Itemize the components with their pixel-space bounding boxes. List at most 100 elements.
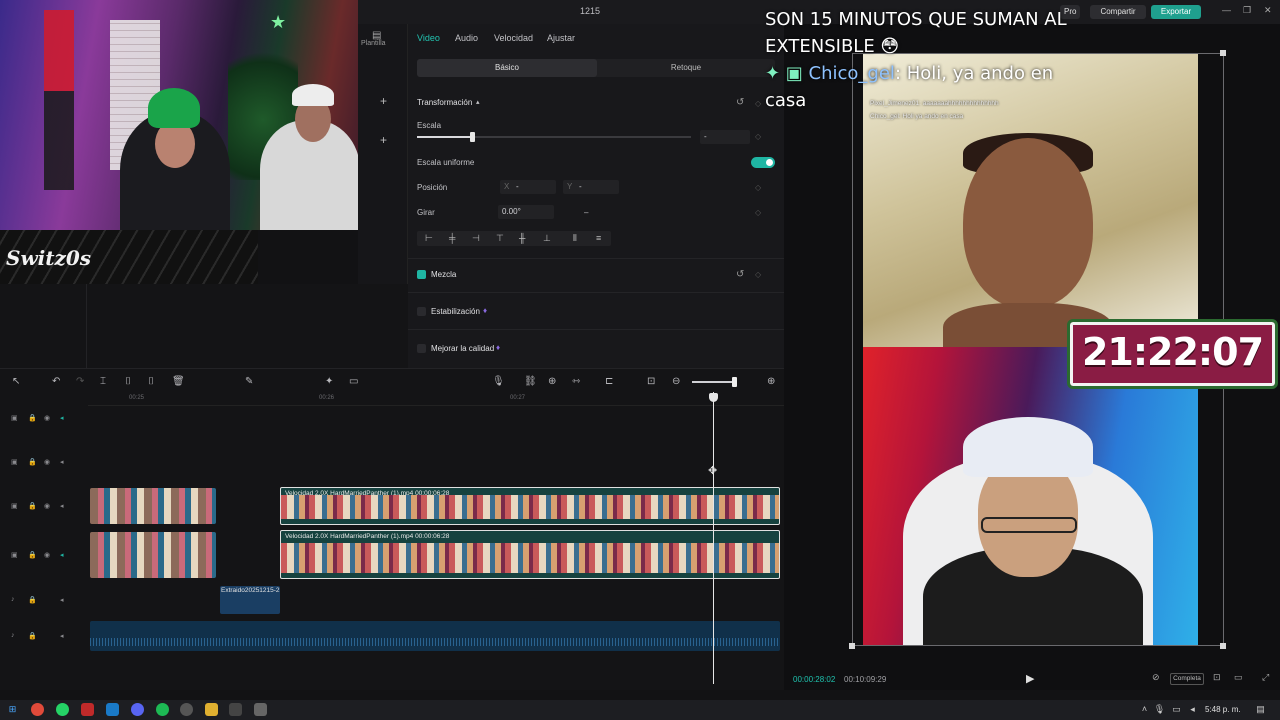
add-icon[interactable]: +: [380, 133, 387, 147]
lock-icon[interactable]: 🔒: [28, 551, 37, 559]
split-icon[interactable]: ⌶: [100, 376, 106, 387]
delete-icon[interactable]: 🗑: [172, 376, 185, 387]
tab-video[interactable]: Video: [417, 33, 440, 43]
minimize-icon[interactable]: —: [1222, 5, 1231, 15]
position-x-input[interactable]: X -: [500, 180, 556, 194]
position-y-input[interactable]: Y -: [563, 180, 619, 194]
speaker-icon[interactable]: ◂: [60, 632, 64, 640]
magic-icon[interactable]: ✦: [325, 376, 333, 387]
speaker-icon[interactable]: ◂: [60, 502, 64, 510]
subtab-basic[interactable]: Básico: [417, 59, 597, 77]
rotate-extra[interactable]: –: [584, 208, 588, 217]
snap-icon[interactable]: ⇿: [572, 376, 580, 387]
keyframe-icon[interactable]: ◇: [755, 208, 761, 217]
spotify-icon[interactable]: [156, 703, 169, 716]
zoom-in-icon[interactable]: ⊕: [767, 376, 775, 387]
magnet-icon[interactable]: ⊕: [548, 376, 556, 387]
microphone-icon[interactable]: 🎙: [492, 376, 505, 387]
rotate-input[interactable]: 0.00°: [498, 205, 554, 219]
speaker-icon[interactable]: ◂: [60, 596, 64, 604]
add-icon[interactable]: +: [380, 94, 387, 108]
capcut-icon[interactable]: [254, 703, 267, 716]
network-icon[interactable]: ▭: [1170, 703, 1183, 716]
whatsapp-icon[interactable]: [56, 703, 69, 716]
trim-left-icon[interactable]: ⌷: [125, 376, 131, 387]
reset-icon[interactable]: ↺: [736, 269, 744, 280]
uniform-scale-toggle[interactable]: [751, 157, 775, 168]
keyframe-icon[interactable]: ◇: [755, 99, 761, 108]
chrome-icon[interactable]: [31, 703, 44, 716]
windows-start-icon[interactable]: ⊞: [6, 703, 19, 716]
lock-icon[interactable]: 🔒: [28, 632, 37, 640]
blend-checkbox[interactable]: [417, 270, 426, 279]
fullscreen-icon[interactable]: ⤢: [1262, 672, 1269, 683]
tab-adjust[interactable]: Ajustar: [547, 33, 575, 43]
crop-icon[interactable]: ▭: [349, 376, 358, 387]
link-icon[interactable]: ⛓: [524, 376, 537, 387]
zoom-out-icon[interactable]: ⊖: [672, 376, 680, 387]
close-icon[interactable]: ✕: [1264, 5, 1272, 16]
resize-handle[interactable]: [1220, 643, 1226, 649]
eye-icon[interactable]: ◉: [44, 458, 50, 466]
mute-icon[interactable]: ◂: [60, 414, 64, 422]
tab-speed[interactable]: Velocidad: [494, 33, 533, 43]
subtab-retouch[interactable]: Retoque: [600, 59, 772, 77]
scale-input[interactable]: -: [700, 130, 750, 144]
redo-icon[interactable]: ↷: [76, 376, 84, 387]
trim-right-icon[interactable]: ⌷: [148, 376, 154, 387]
chevron-up-icon[interactable]: ▴: [476, 98, 480, 106]
playhead[interactable]: [713, 392, 714, 684]
eye-icon[interactable]: ◉: [44, 414, 50, 422]
stabilize-checkbox[interactable]: [417, 307, 426, 316]
restore-icon[interactable]: ❐: [1243, 5, 1251, 16]
app-icon[interactable]: [229, 703, 242, 716]
align-top-icon[interactable]: ⊤: [496, 233, 504, 244]
align-center-icon[interactable]: ╪: [449, 233, 455, 243]
zoom-slider-handle[interactable]: [732, 377, 737, 387]
lock-icon[interactable]: 🔒: [28, 596, 37, 604]
volume-icon[interactable]: ◂: [1186, 703, 1199, 716]
lock-icon[interactable]: 🔒: [28, 502, 37, 510]
eye-icon[interactable]: ◉: [44, 502, 50, 510]
video-clip[interactable]: Velocidad 2.0X HardMarriedPanther (1).mp…: [280, 530, 780, 579]
notification-icon[interactable]: ▤: [1254, 703, 1267, 716]
enhance-label[interactable]: Mejorar la calidad: [431, 344, 494, 353]
keyframe-icon[interactable]: ◇: [755, 270, 761, 279]
enhance-checkbox[interactable]: [417, 344, 426, 353]
plantilla-label[interactable]: Plantilla: [361, 40, 386, 47]
full-quality-button[interactable]: Completa: [1170, 673, 1204, 685]
microphone-icon[interactable]: 🎙: [1153, 703, 1166, 716]
play-icon[interactable]: ▶: [1026, 672, 1034, 685]
lock-icon[interactable]: 🔒: [28, 414, 37, 422]
stabilize-label[interactable]: Estabilización: [431, 307, 480, 316]
distribute-vertical-icon[interactable]: ≡: [596, 233, 601, 243]
zoom-slider[interactable]: [692, 381, 736, 383]
resize-handle[interactable]: [849, 643, 855, 649]
discord-icon[interactable]: [131, 703, 144, 716]
align-left-icon[interactable]: ⊢: [425, 233, 433, 244]
undo-icon[interactable]: ↶: [52, 376, 60, 387]
fit-icon[interactable]: ⊡: [647, 376, 655, 387]
edit-icon[interactable]: ✎: [245, 376, 253, 387]
video-clip[interactable]: [90, 532, 216, 578]
reset-icon[interactable]: ↺: [736, 97, 744, 108]
eye-icon[interactable]: ◉: [44, 551, 50, 559]
playhead-handle[interactable]: [709, 393, 718, 402]
align-middle-icon[interactable]: ╫: [519, 233, 525, 243]
lock-icon[interactable]: 🔒: [28, 458, 37, 466]
file-explorer-icon[interactable]: [205, 703, 218, 716]
select-tool-icon[interactable]: ↖: [12, 376, 20, 387]
mute-icon[interactable]: ◂: [60, 551, 64, 559]
transform-heading[interactable]: Transformación: [417, 98, 472, 107]
align-bottom-icon[interactable]: ⊥: [543, 233, 551, 244]
obs-icon[interactable]: [180, 703, 193, 716]
speaker-icon[interactable]: ◂: [60, 458, 64, 466]
news-icon[interactable]: [81, 703, 94, 716]
music-clip[interactable]: [90, 621, 780, 651]
timeline-ruler[interactable]: [88, 392, 784, 406]
share-button[interactable]: Compartir: [1090, 5, 1146, 19]
screenshot-icon[interactable]: ⊡: [1213, 672, 1221, 683]
tab-audio[interactable]: Audio: [455, 33, 478, 43]
align-right-icon[interactable]: ⊣: [472, 233, 480, 244]
keyframe-icon[interactable]: ◇: [755, 132, 761, 141]
